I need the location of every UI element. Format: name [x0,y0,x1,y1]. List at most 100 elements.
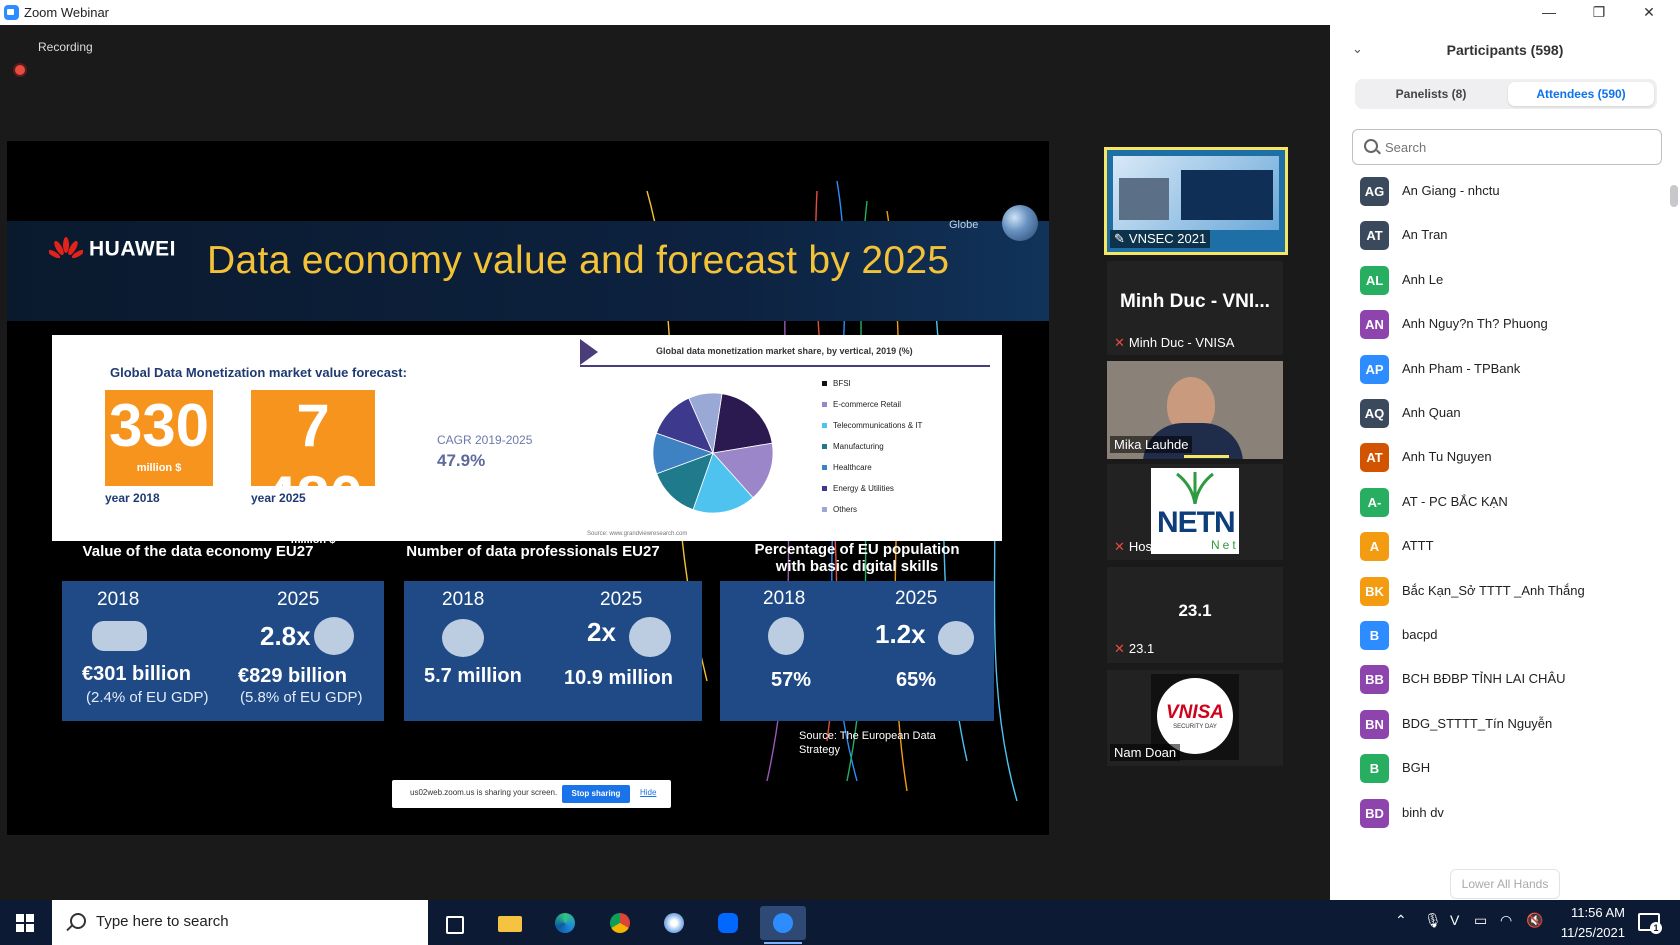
participant-row[interactable]: A- AT - PC BẮC KẠN [1352,480,1652,524]
legend-label: Healthcare [833,463,872,472]
participant-row[interactable]: B BGH [1352,746,1652,790]
cagr-value: 47.9% [437,451,486,470]
pie-heading: Global data monetization market share, b… [580,339,990,367]
clock-date[interactable]: 11/25/2021 [1545,925,1625,940]
section-heading-skills: Percentage of EU population with basic d… [754,541,960,575]
participant-row[interactable]: AG An Giang - nhctu [1352,169,1652,213]
video-tile-vnsec[interactable]: ✎ VNSEC 2021 [1104,147,1288,255]
participant-name: Anh Quan [1402,405,1461,420]
zalo-button[interactable] [708,906,748,940]
tab-panelists[interactable]: Panelists (8) [1358,82,1504,106]
participant-row[interactable]: AP Anh Pham - TPBank [1352,347,1652,391]
participant-name: Minh Duc - VNISA [1128,335,1235,350]
close-button[interactable]: ✕ [1626,0,1672,25]
stop-sharing-button[interactable]: Stop sharing [562,785,630,803]
notification-center-button[interactable]: 1 [1636,910,1662,934]
pie-legend-item: Healthcare [822,463,922,472]
avatar: AL [1360,265,1389,295]
participants-panel: ⌄ Participants (598) Panelists (8) Atten… [1330,25,1680,900]
participants-header: Participants (598) [1446,42,1564,58]
participant-list-scrollbar[interactable] [1670,185,1678,207]
start-button[interactable] [0,900,52,945]
participant-row[interactable]: AT Anh Tu Nguyen [1352,435,1652,479]
participant-name: Anh Nguy?n Th? Phuong [1402,316,1548,332]
file-explorer-button[interactable] [490,906,530,940]
participant-row[interactable]: BK Bắc Kạn_Sở TTTT _Anh Thắng [1352,569,1652,613]
video-tile-minh-duc[interactable]: Minh Duc - VNI... ✕ Minh Duc - VNISA [1107,261,1283,355]
participant-row[interactable]: BN BDG_STTTT_Tín Nguyễn [1352,702,1652,746]
avatar: AT [1360,221,1389,251]
zoom-taskbar-button[interactable] [760,906,806,944]
year-2018-label: year 2018 [105,491,160,505]
hide-sharing-bar-link[interactable]: Hide [640,788,656,797]
value-2025-box: 7 480 million $ [251,390,375,546]
legend-swatch [822,486,827,492]
vnisa-badge: VNISA SECURITY DAY [1157,678,1233,754]
skills-year-2018: 2018 [763,588,806,609]
avatar: A- [1360,487,1389,517]
battery-icon[interactable]: ▭ [1474,912,1487,929]
taskbar-search-box[interactable]: Type here to search [52,900,428,945]
participant-row[interactable]: AN Anh Nguy?n Th? Phuong [1352,302,1652,346]
restore-button[interactable]: ❐ [1576,0,1622,25]
professionals-2025: 10.9 million [564,667,673,689]
video-tile-23-1[interactable]: 23.1 ✕ 23.1 [1107,567,1283,663]
edge-button[interactable] [545,906,585,940]
video-tile-name: Nam Doan [1110,744,1181,761]
section-heading-value: Value of the data economy EU27 [82,543,314,560]
huawei-petal-icon [49,237,83,259]
eu-value-box: 2018 2025 2.8x €301 billion €829 billion… [62,581,384,721]
pie-chart [652,392,774,514]
minimize-button[interactable]: — [1526,0,1572,25]
value-2018-unit: million $ [136,462,182,474]
coin-icon [314,617,354,655]
edge-icon [555,913,575,933]
avatar: B [1360,621,1389,650]
vpn-icon[interactable]: V [1450,912,1459,928]
participant-row[interactable]: BD binh dv [1352,791,1652,835]
participant-row[interactable]: Bbacpd [1352,613,1652,657]
video-tile-name: ✕ Minh Duc - VNISA [1110,334,1238,352]
chrome-icon [610,913,630,933]
chrome-button[interactable] [600,906,640,940]
participant-row[interactable]: A ATTT [1352,524,1652,568]
avatar: A [1360,532,1389,562]
task-view-button[interactable] [434,906,474,940]
show-hidden-icons-chevron-icon[interactable]: ⌃ [1395,912,1407,929]
video-tile-mika-lauhde[interactable]: Mika Lauhde [1107,361,1283,459]
slide-title: Data economy value and forecast by 2025 [207,239,950,282]
forecast-panel: Global Data Monetization market value fo… [52,335,1002,546]
paint-button[interactable] [654,906,694,940]
zoom-icon [773,913,793,933]
participant-row[interactable]: AQ Anh Quan [1352,391,1652,435]
participant-name: AT - PC BẮC KẠN [1402,493,1508,509]
eu-value-2025: €829 billion [238,665,347,687]
avatar: BN [1360,709,1389,739]
vnisa-subtext: SECURITY DAY [1173,724,1217,730]
avatar: AP [1360,354,1389,384]
participant-display-title: Minh Duc - VNI... [1120,291,1270,312]
wifi-icon[interactable]: ◠ [1500,912,1512,929]
participant-row[interactable]: AT An Tran [1352,213,1652,257]
pie-legend-item: BFSI [822,379,922,388]
eu-value-year-2025: 2025 [277,589,320,610]
volume-muted-icon[interactable]: 🔇 [1526,912,1543,929]
vnisa-wordmark: VNISA [1165,702,1225,723]
participant-name: BDG_STTTT_Tín Nguyễn [1402,715,1553,731]
microphone-icon[interactable]: 🎙 [1424,912,1442,929]
video-tile-host-slide[interactable]: NETN Net ✕ Host-Slide [1107,464,1283,560]
search-input[interactable] [1383,134,1657,160]
participant-name: Anh Tu Nguyen [1402,449,1492,465]
legend-swatch [822,402,827,408]
video-tile-nam-doan[interactable]: VNISA SECURITY DAY Nam Doan [1107,670,1283,766]
clock-time[interactable]: 11:56 AM [1555,905,1625,920]
legend-label: E-commerce Retail [833,400,902,409]
participant-row[interactable]: BB BCH BĐBP TỈNH LAI CHÂU [1352,657,1652,701]
tab-attendees[interactable]: Attendees (590) [1508,82,1654,106]
lower-all-hands-button[interactable]: Lower All Hands [1450,869,1560,899]
eu-value-2025-gdp: (5.8% of EU GDP) [240,689,363,706]
participant-row[interactable]: AL Anh Le [1352,258,1652,302]
legend-label: BFSI [833,379,851,388]
participant-name: An Tran [1402,227,1448,243]
taskbar-search-placeholder: Type here to search [96,913,229,930]
